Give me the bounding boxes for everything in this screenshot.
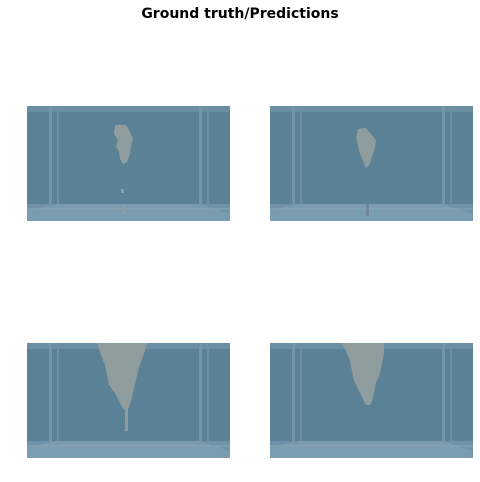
tank-image-1 (27, 106, 230, 221)
tank-image-2 (270, 106, 473, 221)
figure-title: Ground truth/Predictions (141, 6, 339, 22)
prediction-panel-1 (270, 106, 473, 221)
ground-truth-panel-2 (27, 343, 230, 458)
prediction-panel-2 (270, 343, 473, 458)
ground-truth-panel-1 (27, 106, 230, 221)
tank-image-3 (27, 343, 230, 458)
tank-image-4 (270, 343, 473, 458)
